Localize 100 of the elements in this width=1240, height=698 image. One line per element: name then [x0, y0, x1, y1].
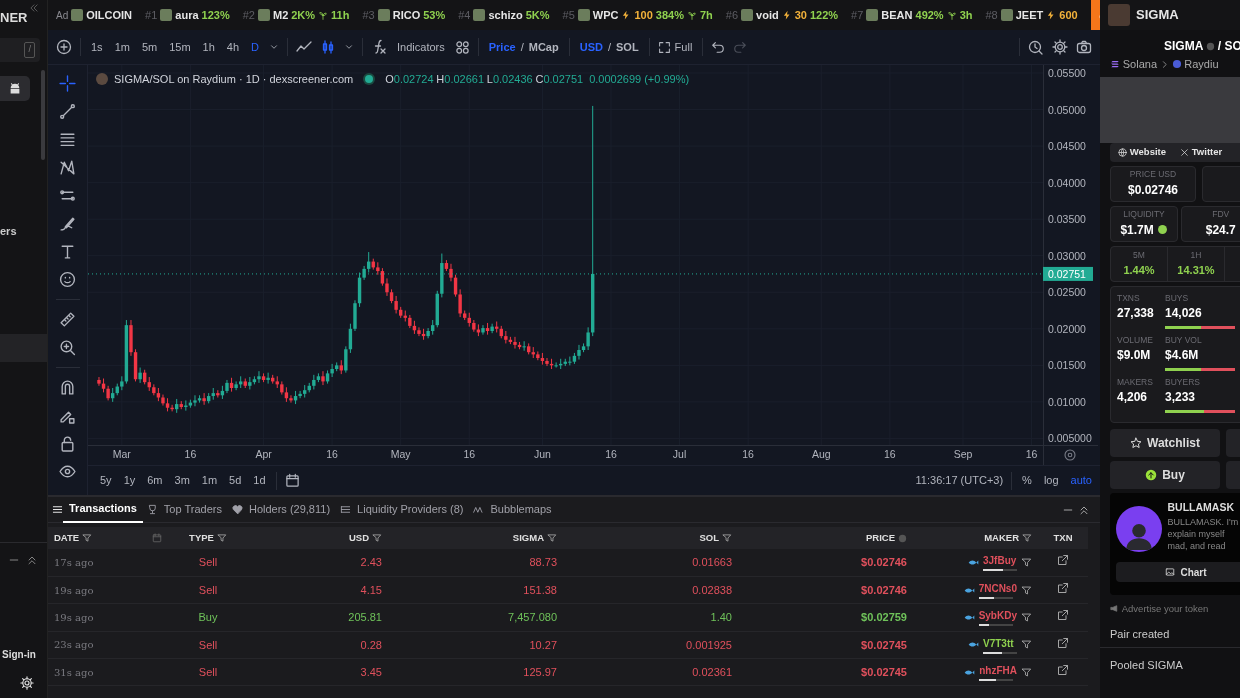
maker-link[interactable]: nhzFHA — [979, 663, 1017, 679]
interval-button[interactable]: 1h — [200, 38, 217, 56]
price-axis-label: 0.03500 — [1048, 213, 1086, 226]
maker-link[interactable]: SybKDy — [978, 608, 1017, 624]
advertise-link[interactable]: Advertise your token — [1121, 601, 1209, 616]
search-field[interactable]: / — [0, 38, 40, 62]
change-value: 0.0002699 (+0.99%) — [589, 72, 690, 87]
stat-value: $4.6M — [1165, 347, 1200, 365]
ticker-item[interactable]: #1 aura 123% — [145, 6, 230, 24]
column-header: TXN — [1053, 530, 1073, 545]
ticker-item[interactable]: #2 M2 2K% 11h — [242, 6, 350, 24]
time-axis-label: 16 — [742, 448, 754, 460]
ohlc-value: L0.02436 — [486, 72, 533, 87]
range-button[interactable]: 3m — [172, 472, 192, 489]
clock-text: 11:36:17 (UTC+3) — [915, 473, 1004, 489]
cell-text: 0.001925 — [686, 638, 732, 651]
token-name: JEET — [1015, 7, 1044, 23]
toggle-option[interactable]: SOL — [614, 38, 641, 56]
ticker-item[interactable]: #5 WPC 100 384% 7h — [562, 6, 713, 24]
type-text: Buy — [198, 611, 218, 624]
range-button[interactable]: 6m — [145, 472, 165, 489]
interval-button[interactable]: 1s — [89, 38, 105, 56]
range-button[interactable]: 1d — [251, 472, 268, 489]
cell-text: $0.02759 — [861, 611, 907, 624]
cell-text: 4.15 — [360, 583, 382, 596]
toggle-option[interactable]: MCap — [526, 38, 561, 56]
token-name: BEAN — [881, 7, 913, 23]
sign-in-button[interactable]: Sign-in — [0, 647, 47, 662]
toggle-option[interactable]: Price — [486, 38, 518, 56]
panel-tab[interactable]: Bubblemaps — [484, 497, 558, 522]
range-button[interactable]: 5y — [98, 472, 114, 489]
ticker-item[interactable]: Ad OILCOIN — [56, 6, 133, 24]
chain-text[interactable]: Solana — [1122, 56, 1157, 73]
stat-value: $24.7 — [1205, 221, 1236, 239]
interval-button[interactable]: D — [249, 38, 262, 56]
price-axis-label: 0.02500 — [1048, 286, 1086, 299]
ticker-item[interactable]: #3 RICO 53% — [362, 6, 446, 24]
ohlc-value: H0.02661 — [436, 72, 485, 87]
type-text: Sell — [198, 556, 218, 569]
time-axis-label: 16 — [463, 448, 476, 460]
time-axis-label: Mar — [112, 448, 131, 460]
panel-tab[interactable]: Liquidity Providers (8) — [351, 497, 470, 522]
toggle-option[interactable]: USD — [577, 38, 605, 56]
scale-option[interactable]: auto — [1068, 472, 1094, 489]
ref-line-label: 0.02751 — [1048, 267, 1087, 280]
stat-label: FDV — [1212, 208, 1230, 221]
range-button[interactable]: 1m — [199, 472, 220, 489]
dex-text[interactable]: Raydiu — [1184, 56, 1219, 73]
watchlist-button[interactable]: Watchlist — [1110, 428, 1220, 457]
stat-label: PRICE USD — [1129, 168, 1177, 181]
maker-link[interactable]: 7NCNs0 — [978, 581, 1017, 597]
token-name: WPC — [592, 7, 619, 23]
date-text: 31s ago — [54, 666, 94, 678]
pair-base: SIGMA — [1164, 38, 1204, 55]
age-text: 7h — [700, 7, 713, 23]
stat-label: VOLUME — [1117, 333, 1154, 347]
current-price-tag: 0.02751 — [1043, 266, 1093, 281]
stat-value: 3,233 — [1165, 389, 1197, 407]
website-link[interactable]: Website — [1129, 144, 1166, 160]
twitter-link[interactable]: Twitter — [1191, 144, 1223, 160]
info-label: Pooled SIGMA — [1110, 657, 1183, 673]
maker-link[interactable]: V7T3tt — [983, 635, 1017, 651]
ticker-item[interactable]: #8 JEET 600 — [985, 6, 1078, 24]
cell-text: 88.73 — [529, 556, 557, 569]
panel-tab[interactable]: Top Traders — [157, 497, 228, 522]
column-header: PRICE — [865, 530, 895, 545]
panel-tab[interactable]: Transactions — [63, 496, 143, 523]
range-button[interactable]: 1y — [121, 472, 138, 489]
buy-button[interactable]: Buy — [1110, 460, 1220, 489]
token-name: schizo — [488, 7, 523, 23]
menu-item-text[interactable]: ers — [0, 223, 47, 240]
range-button[interactable]: 5d — [227, 472, 244, 489]
column-header: DATE — [54, 530, 80, 545]
token-title: SIGMA — [1136, 6, 1179, 25]
interval-button[interactable]: 1m — [112, 38, 132, 56]
scale-option[interactable]: % — [1020, 472, 1034, 489]
rank-text: #4 — [458, 7, 471, 23]
stat-label: BUY VOL — [1165, 333, 1203, 347]
fullscreen-button[interactable]: Full — [672, 38, 695, 56]
maker-link[interactable]: 3JfBuy — [983, 553, 1017, 569]
change-value: 1.44% — [1123, 262, 1155, 278]
ticker-item[interactable]: #6 void 30 122% — [725, 6, 839, 24]
ticker-item[interactable]: #4 schizo 5K% — [458, 6, 550, 24]
interval-button[interactable]: 15m — [167, 38, 193, 56]
panel-tab[interactable]: Holders (29,811) — [242, 497, 337, 522]
price-axis-label: 0.05500 — [1048, 67, 1086, 80]
stat-label: BUYERS — [1165, 375, 1201, 389]
stat-label: MAKERS — [1117, 375, 1154, 389]
ticker-item[interactable]: #7 BEAN 492% 3h — [851, 6, 973, 24]
interval-button[interactable]: 5m — [139, 38, 160, 56]
indicators-button[interactable]: Indicators — [395, 38, 447, 56]
stat-label: TXNS — [1117, 291, 1141, 305]
date-text: 17s ago — [54, 556, 94, 568]
price-axis-label: 0.02000 — [1048, 322, 1086, 335]
scale-option[interactable]: log — [1041, 472, 1061, 489]
chart-button[interactable]: Chart — [1116, 562, 1240, 583]
interval-button[interactable]: 4h — [224, 38, 242, 56]
change-text: 492% — [915, 7, 944, 23]
cell-text: 10.27 — [529, 638, 557, 651]
boost-count: 600 — [1059, 7, 1078, 23]
